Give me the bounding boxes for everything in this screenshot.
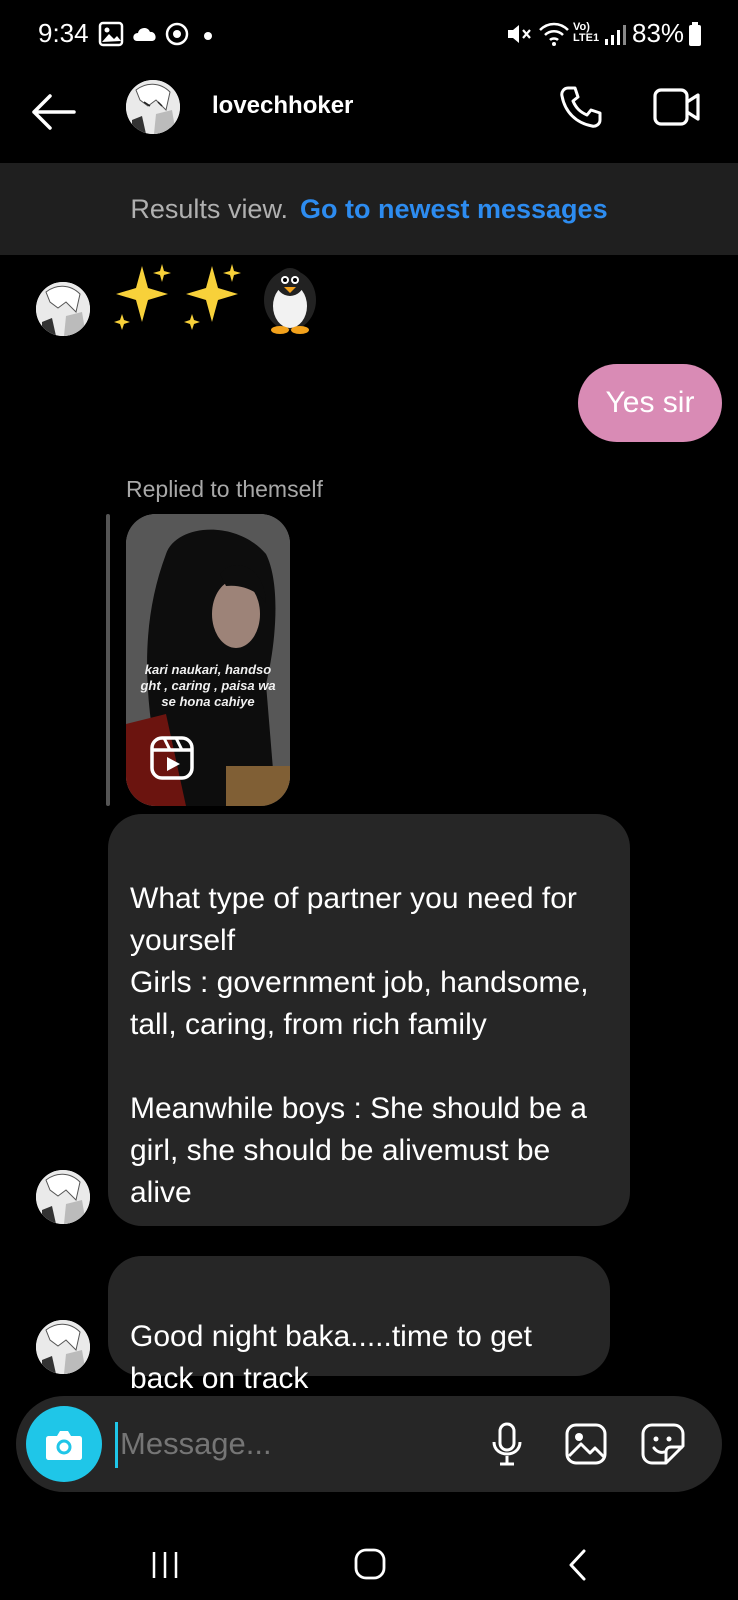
back-nav-icon[interactable] xyxy=(566,1548,590,1582)
video-camera-icon[interactable] xyxy=(652,86,702,128)
go-to-newest-link[interactable]: Go to newest messages xyxy=(300,194,608,225)
received-message-bubble[interactable]: Good night baka.....time to get back on … xyxy=(108,1256,610,1395)
cloud-icon xyxy=(133,27,156,41)
notification-dot xyxy=(204,32,212,40)
camera-button[interactable] xyxy=(26,1406,102,1482)
system-navigation-bar xyxy=(0,1500,738,1600)
received-message-bubble[interactable]: What type of partner you need for yourse… xyxy=(108,814,630,1226)
goodnight-message-text: Good night baka.....time to get back on … xyxy=(130,1320,532,1395)
reply-caption: Replied to themself xyxy=(126,476,323,502)
reel-thumbnail[interactable]: kari naukari, handso ght , caring , pais… xyxy=(126,514,290,806)
image-icon[interactable] xyxy=(564,1422,608,1466)
results-banner: Results view. Go to newest messages xyxy=(0,163,738,255)
sent-message-bubble[interactable]: Yes sir xyxy=(578,364,722,442)
contact-avatar[interactable] xyxy=(126,80,180,134)
sender-avatar[interactable] xyxy=(36,282,90,336)
message-input[interactable] xyxy=(118,1414,480,1474)
microphone-icon[interactable] xyxy=(490,1422,524,1466)
network-label: Vo) LTE1 xyxy=(573,21,600,44)
reel-overlay-text: kari naukari, handso ght , caring , pais… xyxy=(140,662,276,709)
sticker-icon[interactable] xyxy=(640,1422,686,1466)
battery-icon xyxy=(689,22,701,46)
camera-icon xyxy=(46,1431,82,1460)
status-time: 9:34 xyxy=(38,18,89,48)
sync-icon xyxy=(165,22,189,46)
home-icon[interactable] xyxy=(354,1548,386,1580)
battery-percentage: 83% xyxy=(632,18,685,48)
mute-icon xyxy=(508,25,531,43)
partner-message-text: What type of partner you need for yourse… xyxy=(130,882,589,1209)
signal-icon xyxy=(605,25,626,45)
reel-icon xyxy=(150,736,194,780)
arrow-left-icon[interactable] xyxy=(30,92,76,132)
emoji-message[interactable]: ✨✨🐧 xyxy=(112,262,332,334)
phone-icon[interactable] xyxy=(558,84,604,130)
wifi-icon xyxy=(539,22,569,46)
recent-apps-icon[interactable] xyxy=(150,1550,180,1580)
sent-message-text: Yes sir xyxy=(605,386,695,419)
chat-header: lovechhoker xyxy=(0,70,738,162)
results-view-label: Results view. xyxy=(130,193,288,224)
sender-avatar[interactable] xyxy=(36,1170,90,1224)
message-composer xyxy=(16,1396,722,1492)
status-bar: 9:34 Vo) LTE1 83% xyxy=(0,0,738,70)
contact-name[interactable]: lovechhoker xyxy=(212,92,353,120)
gallery-notification-icon xyxy=(98,21,124,47)
reply-indicator-line xyxy=(106,514,110,806)
sparkles-penguin-emoji xyxy=(114,264,316,334)
sender-avatar[interactable] xyxy=(36,1320,90,1374)
